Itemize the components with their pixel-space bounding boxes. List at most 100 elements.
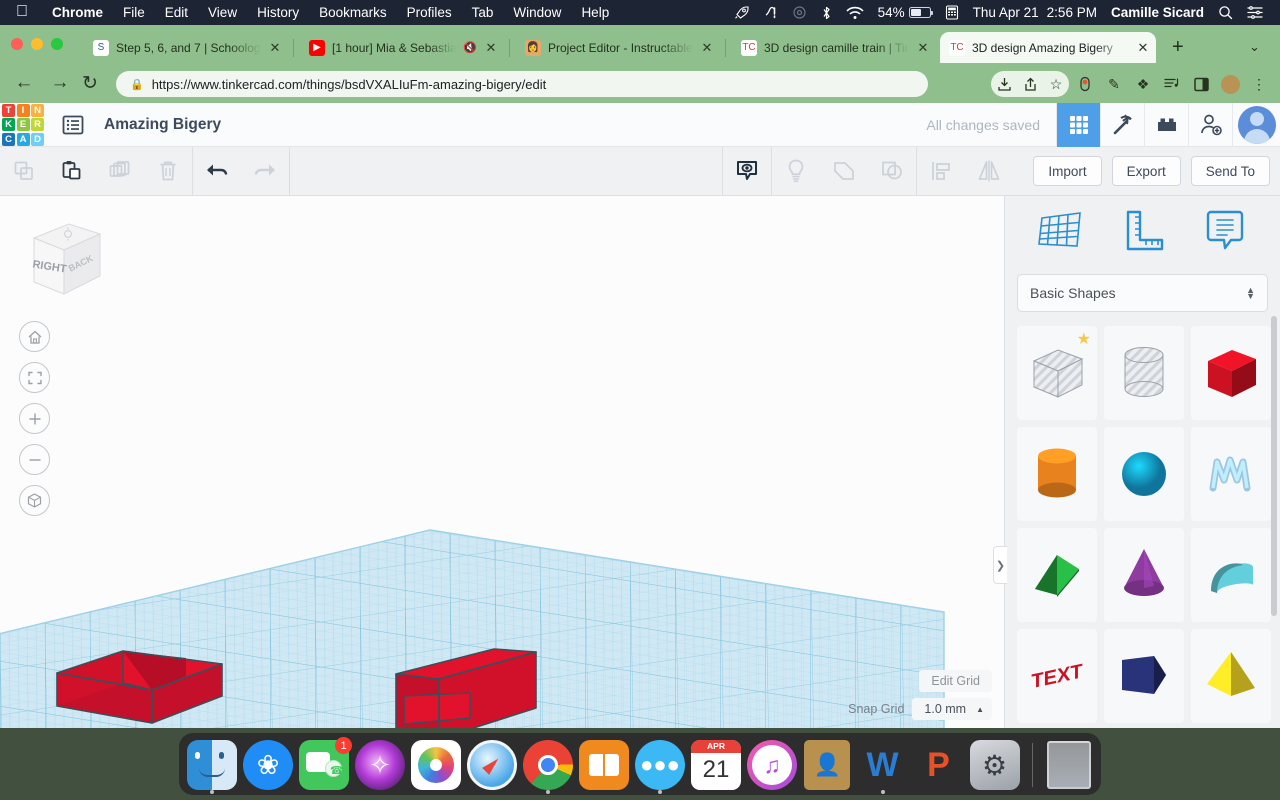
tab-close-icon[interactable]: ✕ (916, 40, 930, 56)
trash-icon[interactable] (1044, 740, 1093, 790)
itunes-icon[interactable]: ♫ (747, 740, 797, 790)
workplane-grid-icon[interactable] (1036, 208, 1084, 257)
cone-shape[interactable] (1104, 528, 1184, 622)
address-bar[interactable]: 🔒 https://www.tinkercad.com/things/bsdVX… (116, 71, 928, 97)
record-extension-icon[interactable] (1072, 71, 1098, 97)
edit-grid-button[interactable]: Edit Grid (919, 670, 992, 692)
maximize-window-button[interactable] (51, 38, 63, 50)
menu-item-history[interactable]: History (247, 5, 309, 20)
share-icon[interactable] (1017, 71, 1043, 97)
safari-icon[interactable] (467, 740, 517, 790)
powerpoint-icon[interactable]: P (914, 740, 964, 790)
copy-icon[interactable] (0, 147, 48, 196)
delete-trash-icon[interactable] (144, 147, 192, 196)
chrome-menu-icon[interactable]: ⋮ (1246, 71, 1272, 97)
menu-item-chrome[interactable]: Chrome (42, 5, 113, 20)
cylinder-shape[interactable] (1017, 427, 1097, 521)
screen-record-icon[interactable] (785, 5, 814, 20)
bluetooth-icon[interactable] (814, 5, 839, 21)
text-shape[interactable]: TEXT (1017, 629, 1097, 723)
back-button[interactable]: ← (12, 72, 36, 94)
spotlight-search-icon[interactable] (1211, 5, 1240, 20)
zoom-in-icon[interactable] (19, 403, 50, 434)
pencil-extension-icon[interactable]: ✎ (1101, 71, 1127, 97)
system-preferences-icon[interactable]: ⚙ (969, 740, 1020, 790)
roof-wedge-shape[interactable] (1017, 528, 1097, 622)
finder-icon[interactable] (187, 740, 237, 794)
snap-grid-select[interactable]: 1.0 mm ▲ (912, 698, 992, 720)
messages-icon[interactable]: ●●● (635, 740, 685, 794)
duplicate-icon[interactable] (96, 147, 144, 196)
apple-menu-icon[interactable]:  (0, 3, 42, 22)
app-store-icon[interactable]: ❀ (243, 740, 293, 790)
tab-mute-icon[interactable]: 🔇 (463, 41, 477, 54)
control-center-icon[interactable] (1240, 6, 1270, 19)
show-hide-eye-icon[interactable] (723, 147, 771, 196)
tab-close-icon[interactable]: ✕ (1136, 40, 1150, 56)
photos-icon[interactable] (411, 740, 461, 790)
window-traffic-lights[interactable] (11, 38, 63, 50)
view-orientation-cube[interactable]: RIGHT BACK (12, 208, 108, 304)
calculator-icon[interactable] (938, 5, 966, 20)
notes-icon[interactable] (1201, 208, 1249, 257)
box-shape[interactable] (1191, 326, 1271, 420)
mirror-flip-icon[interactable] (965, 147, 1013, 196)
reload-button[interactable]: ↻ (78, 72, 102, 95)
panel-collapse-handle[interactable]: ❯ (993, 546, 1007, 584)
rocket-icon[interactable] (727, 5, 757, 20)
browser-tab[interactable]: 👩 Project Editor - Instructables ✕ (516, 32, 720, 63)
round-roof-shape[interactable] (1191, 528, 1271, 622)
design-canvas[interactable]: RIGHT BACK Edit Grid Snap Grid 1.0 mm ▲ (0, 196, 1004, 728)
shapes-scrollbar[interactable] (1271, 316, 1277, 616)
ruler-icon[interactable] (1118, 208, 1166, 257)
alert-icon[interactable] (757, 5, 785, 20)
menu-item-view[interactable]: View (198, 5, 247, 20)
fit-to-view-icon[interactable] (19, 362, 50, 393)
music-queue-icon[interactable] (1159, 71, 1185, 97)
bookmark-star-icon[interactable]: ☆ (1043, 71, 1069, 97)
box-hole-shape[interactable]: ★ (1017, 326, 1097, 420)
scribble-shape[interactable] (1191, 427, 1271, 521)
battery-status[interactable]: 54% (871, 5, 938, 20)
tab-close-icon[interactable]: ✕ (484, 40, 498, 56)
export-button[interactable]: Export (1111, 156, 1181, 186)
sphere-shape[interactable] (1104, 427, 1184, 521)
tab-search-button[interactable]: ⌄ (1249, 39, 1260, 55)
side-panel-icon[interactable] (1188, 71, 1214, 97)
word-icon[interactable]: W (858, 740, 908, 794)
install-icon[interactable] (991, 71, 1017, 97)
siri-icon[interactable]: ✧ (355, 740, 405, 790)
menu-item-edit[interactable]: Edit (155, 5, 198, 20)
close-window-button[interactable] (11, 38, 23, 50)
orthographic-perspective-icon[interactable] (19, 485, 50, 516)
menu-item-bookmarks[interactable]: Bookmarks (309, 5, 397, 20)
send-to-button[interactable]: Send To (1190, 156, 1270, 186)
cylinder-hole-shape[interactable] (1104, 326, 1184, 420)
browser-tab[interactable]: S Step 5, 6, and 7 | Schoology ✕ (84, 32, 288, 63)
forward-button[interactable]: → (48, 72, 72, 94)
pyramid-shape[interactable] (1191, 629, 1271, 723)
wifi-icon[interactable] (839, 6, 871, 20)
menu-item-window[interactable]: Window (503, 5, 571, 20)
menu-item-profiles[interactable]: Profiles (397, 5, 462, 20)
shape-library-select[interactable]: Basic Shapes ▲ ▼ (1017, 274, 1268, 312)
browser-tab[interactable]: ▶ [1 hour] Mia & Sebastian 🔇 ✕ (300, 32, 504, 63)
undo-icon[interactable] (193, 147, 241, 196)
invite-person-icon[interactable] (1188, 102, 1232, 147)
polygon-shape[interactable] (1104, 629, 1184, 723)
calendar-icon[interactable]: APR 21 (691, 740, 741, 790)
user-avatar-button[interactable] (1232, 102, 1280, 147)
blocks-grid-icon[interactable] (1056, 102, 1100, 147)
redo-icon[interactable] (241, 147, 289, 196)
codeblocks-pickaxe-icon[interactable] (1100, 102, 1144, 147)
menu-item-tab[interactable]: Tab (462, 5, 504, 20)
solid-hole-lightbulb-icon[interactable] (772, 147, 820, 196)
new-tab-button[interactable]: + (1172, 37, 1184, 57)
tab-close-icon[interactable]: ✕ (268, 40, 282, 56)
zoom-out-icon[interactable] (19, 444, 50, 475)
align-icon[interactable] (917, 147, 965, 196)
minimize-window-button[interactable] (31, 38, 43, 50)
tinkercad-logo[interactable]: TIN KER CAD (2, 103, 44, 146)
extensions-puzzle-icon[interactable]: ❖ (1130, 71, 1156, 97)
profile-avatar-icon[interactable] (1217, 71, 1243, 97)
